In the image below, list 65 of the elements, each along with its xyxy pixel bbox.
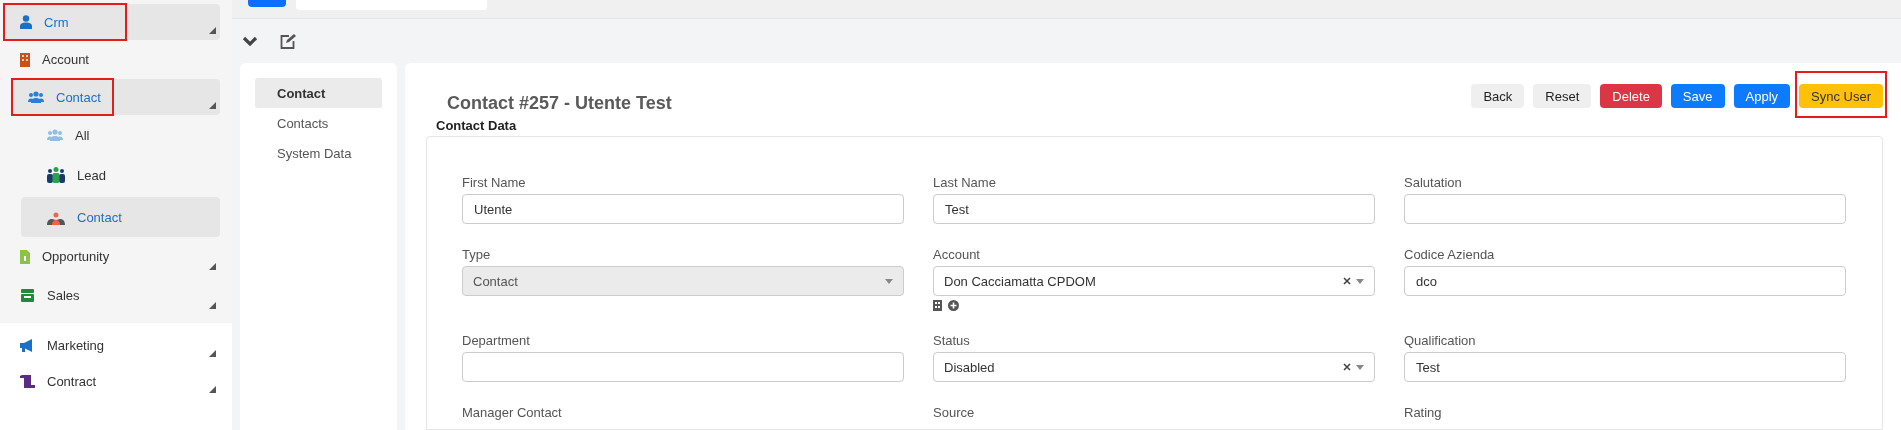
- input-field[interactable]: Test: [1404, 352, 1846, 382]
- field-label: Manager Contact: [462, 405, 563, 422]
- section-tab[interactable]: System Data: [255, 138, 382, 168]
- input-field[interactable]: Test: [933, 194, 1375, 224]
- field-label: Last Name: [933, 175, 997, 192]
- field-label: Salutation: [1404, 175, 1463, 192]
- field-label: Rating: [1404, 405, 1443, 422]
- input-field[interactable]: [1404, 194, 1846, 224]
- resize-grip-icon: [209, 302, 216, 309]
- field-label: Codice Azienda: [1404, 247, 1496, 264]
- sidebar-item[interactable]: Crm: [4, 4, 220, 40]
- resize-grip-icon: [209, 27, 216, 34]
- store-icon: [20, 289, 35, 302]
- sidebar-item[interactable]: Contact: [12, 79, 220, 115]
- clear-icon[interactable]: [1343, 277, 1351, 285]
- input-field[interactable]: dco: [1404, 266, 1846, 296]
- sidebar-item[interactable]: Account: [4, 40, 220, 79]
- action-button[interactable]: Save: [1670, 84, 1725, 108]
- person-icon: [20, 15, 32, 29]
- megaphone-icon: [20, 338, 35, 352]
- section-tab[interactable]: Contacts: [255, 108, 382, 138]
- edit-icon[interactable]: [280, 33, 296, 49]
- field-label: Type: [462, 247, 492, 264]
- resize-grip-icon: [209, 102, 216, 109]
- dropdown-caret-icon: [885, 278, 893, 284]
- group-icon: [47, 167, 65, 183]
- input-field[interactable]: [462, 352, 904, 382]
- dropdown-caret-icon: [1356, 364, 1364, 370]
- users-icon: [28, 91, 44, 103]
- sidebar-item[interactable]: Marketing: [4, 327, 220, 363]
- add-circle-icon[interactable]: [948, 300, 959, 311]
- sidebar-item[interactable]: Contact: [21, 197, 220, 237]
- select-field[interactable]: Disabled: [933, 352, 1375, 382]
- action-button[interactable]: Apply: [1733, 84, 1791, 108]
- input-field[interactable]: Utente: [462, 194, 904, 224]
- action-button[interactable]: Back: [1471, 84, 1525, 108]
- users-icon: [47, 129, 63, 141]
- section-title: Contact Data: [435, 117, 518, 135]
- field-label: Status: [933, 333, 971, 350]
- field-label: Account: [933, 247, 981, 264]
- sidebar-item[interactable]: Lead: [21, 155, 220, 195]
- sidebar-item[interactable]: Sales: [4, 276, 220, 315]
- action-button[interactable]: Reset: [1533, 84, 1592, 108]
- resize-grip-icon: [209, 263, 216, 270]
- select-field[interactable]: Don Cacciamatta CPDOM: [933, 266, 1375, 296]
- resize-grip-icon: [209, 386, 216, 393]
- building-icon[interactable]: [933, 300, 942, 311]
- clear-icon[interactable]: [1343, 363, 1351, 371]
- action-button[interactable]: Sync User: [1799, 84, 1883, 108]
- section-tab[interactable]: Contact: [255, 78, 382, 108]
- record-title: Contact #257 - Utente Test: [446, 93, 672, 115]
- field-label: First Name: [462, 175, 527, 192]
- field-label: Department: [462, 333, 531, 350]
- chevron-down-icon[interactable]: [242, 35, 258, 47]
- sidebar-item[interactable]: Contract: [4, 363, 220, 399]
- sidebar-item[interactable]: Opportunity: [4, 237, 220, 276]
- action-button[interactable]: Delete: [1600, 84, 1662, 108]
- building-icon: [20, 52, 30, 67]
- sidebar-item[interactable]: All: [21, 115, 220, 155]
- dropdown-caret-icon: [1356, 278, 1364, 284]
- field-label: Source: [933, 405, 976, 422]
- scroll-icon: [20, 374, 35, 388]
- document-icon: [20, 249, 30, 264]
- resize-grip-icon: [209, 350, 216, 357]
- field-label: Qualification: [1404, 333, 1477, 350]
